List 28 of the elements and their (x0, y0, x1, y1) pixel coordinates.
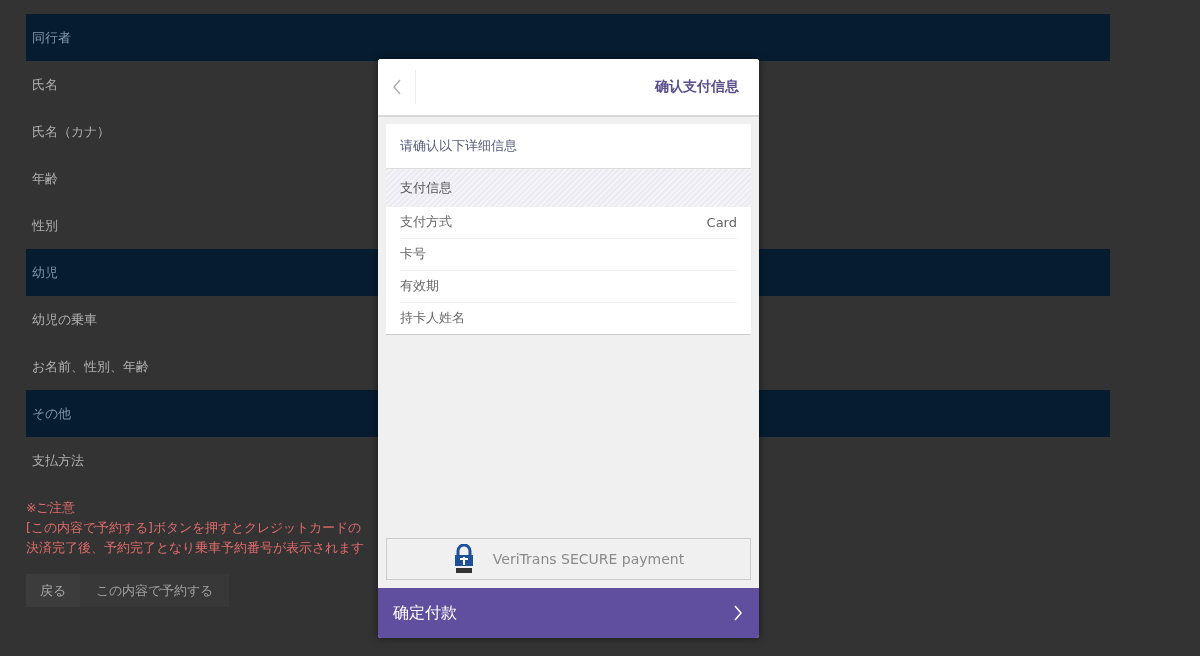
field-label: 支払方法 (32, 451, 84, 470)
confirm-payment-button[interactable]: 确定付款 (378, 588, 759, 638)
notice-text: 決済完了後、予約完了となり乗車予約番号が表示されます (26, 539, 364, 557)
field-label: 年齢 (32, 169, 58, 188)
section-title: 支付信息 (400, 179, 452, 197)
field-label: 持卡人姓名 (400, 310, 465, 327)
section-title: その他 (32, 404, 71, 423)
section-title: 同行者 (32, 28, 71, 47)
field-label: 有效期 (400, 278, 439, 295)
field-label: 性別 (32, 216, 58, 235)
field-label: 氏名 (32, 75, 58, 94)
dialog-title: 确认支付信息 (655, 78, 739, 96)
submit-button[interactable]: この内容で予約する (80, 574, 229, 607)
field-label: お名前、性別、年齢 (32, 357, 149, 376)
padlock-icon (452, 544, 475, 574)
secure-label: VeriTrans SECURE payment (492, 551, 685, 567)
prompt-text: 请确认以下详细信息 (400, 137, 517, 155)
notice-title: ※ご注意 (26, 499, 76, 517)
field-label: 幼児の乗車 (32, 310, 97, 329)
field-label: 氏名（カナ） (32, 122, 110, 141)
back-button[interactable]: 戻る (26, 574, 80, 607)
chevron-right-icon (733, 605, 743, 621)
chevron-left-icon (391, 79, 402, 95)
section-title: 幼児 (32, 263, 58, 282)
field-value: Card (706, 215, 737, 230)
field-label: 支付方式 (400, 214, 452, 231)
notice-text: [この内容で予約する]ボタンを押すとクレジットカードの (26, 519, 361, 537)
field-label: 卡号 (400, 246, 426, 263)
